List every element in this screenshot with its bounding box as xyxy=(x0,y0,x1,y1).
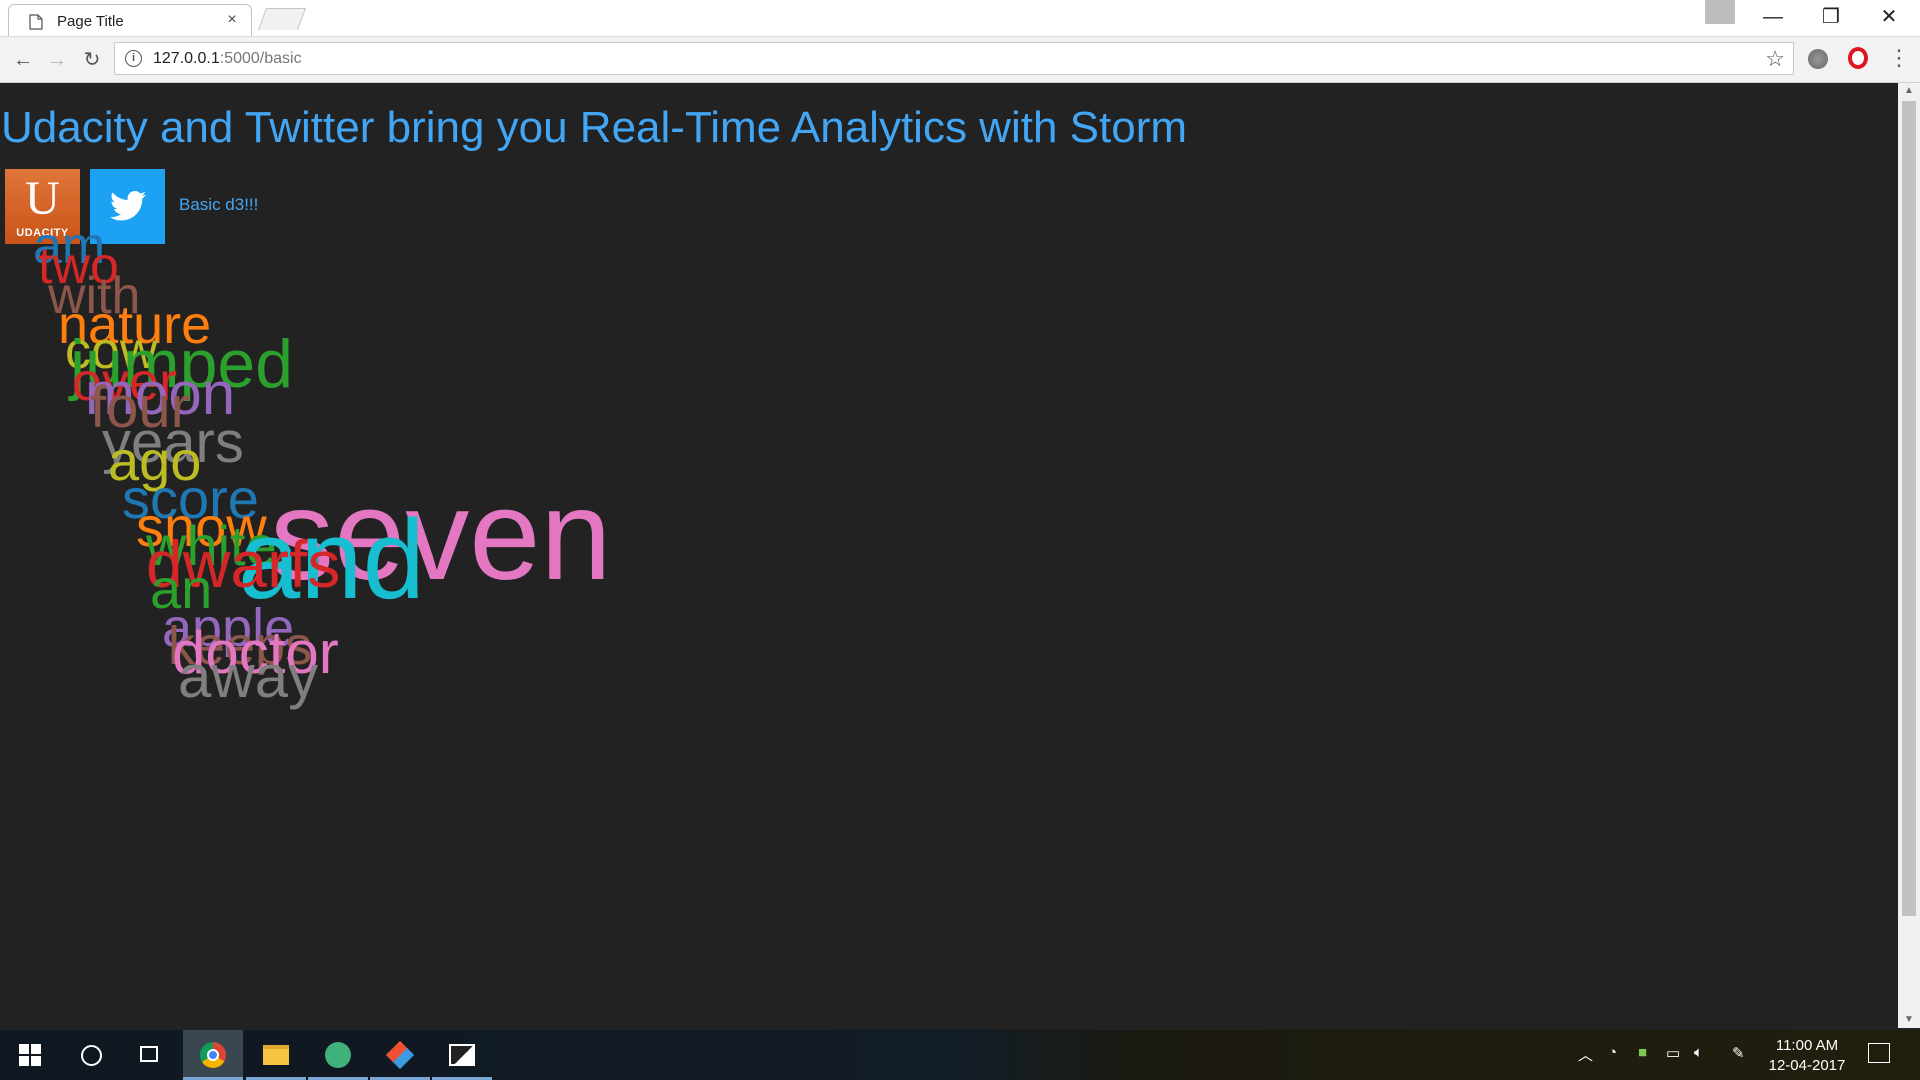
scroll-down-arrow-icon[interactable]: ▼ xyxy=(1898,1012,1920,1028)
taskbar-git[interactable] xyxy=(370,1030,430,1080)
chrome-icon xyxy=(200,1042,226,1068)
address-bar[interactable]: i 127.0.0.1:5000/basic ☆ xyxy=(114,42,1794,75)
photos-icon xyxy=(449,1044,475,1066)
tray-chevron-icon[interactable]: ︿ xyxy=(1578,1044,1593,1065)
tab-page-title[interactable]: Page Title × xyxy=(8,4,252,36)
new-tab-button[interactable] xyxy=(257,8,307,30)
taskbar-atom[interactable] xyxy=(308,1030,368,1080)
tab-title: Page Title xyxy=(57,13,124,30)
volume-icon[interactable]: 🔈︎ xyxy=(1694,1044,1703,1061)
nvidia-icon[interactable]: ■ xyxy=(1638,1044,1647,1061)
task-view-button[interactable] xyxy=(120,1030,180,1080)
forward-button[interactable]: → xyxy=(42,45,72,75)
scroll-up-arrow-icon[interactable]: ▲ xyxy=(1898,83,1920,99)
word-cloud: amtwowithnaturecowjumpedovermoonfouryear… xyxy=(33,217,612,710)
page-content: Udacity and Twitter bring you Real-Time … xyxy=(0,83,1898,1028)
clock-date: 12-04-2017 xyxy=(1768,1057,1846,1074)
extension-globe-icon[interactable] xyxy=(1808,49,1828,69)
battery-icon[interactable]: ▭ xyxy=(1666,1044,1680,1062)
restore-button[interactable]: ❐ xyxy=(1802,0,1860,34)
clock[interactable]: 11:00 AM 12-04-2017 xyxy=(1762,1036,1852,1076)
tab-close-icon[interactable]: × xyxy=(223,11,241,29)
cortana-circle-icon xyxy=(81,1045,102,1066)
back-button[interactable]: ← xyxy=(8,45,38,75)
tab-strip: Page Title × — ❐ ✕ xyxy=(0,0,1920,37)
start-button[interactable] xyxy=(0,1030,60,1080)
opera-icon[interactable] xyxy=(1848,47,1868,69)
search-button[interactable] xyxy=(60,1030,120,1080)
taskbar-photos[interactable] xyxy=(432,1030,492,1080)
action-center-icon[interactable] xyxy=(1868,1043,1890,1063)
taskbar-chrome[interactable] xyxy=(183,1030,243,1080)
info-icon[interactable]: i xyxy=(125,50,142,67)
minimize-button[interactable]: — xyxy=(1744,0,1802,34)
url-text[interactable]: 127.0.0.1:5000/basic xyxy=(153,50,302,68)
url-host: 127.0.0.1 xyxy=(153,50,220,67)
windows-taskbar: ︿ ◔ ■ ▭ 🔈︎ ✎ 11:00 AM 12-04-2017 xyxy=(0,1030,1920,1080)
page-icon xyxy=(29,14,43,30)
task-view-icon xyxy=(140,1046,158,1062)
git-icon xyxy=(385,1040,415,1070)
pen-icon[interactable]: ✎ xyxy=(1732,1044,1745,1062)
folder-icon xyxy=(263,1045,289,1065)
taskbar-file-explorer[interactable] xyxy=(246,1030,306,1080)
reload-button[interactable]: ↻ xyxy=(77,45,107,75)
atom-icon xyxy=(325,1042,351,1068)
menu-icon[interactable]: ⋮ xyxy=(1888,45,1910,71)
browser-toolbar: ← → ↻ i 127.0.0.1:5000/basic ☆ ⋮ xyxy=(0,37,1920,83)
cloud-word-away: away xyxy=(178,643,318,710)
bookmark-star-icon[interactable]: ☆ xyxy=(1765,46,1785,72)
url-path: :5000/basic xyxy=(219,50,302,67)
close-window-button[interactable]: ✕ xyxy=(1860,0,1918,34)
windows-icon xyxy=(19,1044,41,1066)
clock-time: 11:00 AM xyxy=(1775,1037,1839,1054)
network-icon[interactable]: ◔ xyxy=(1608,1044,1617,1061)
profile-icon[interactable] xyxy=(1705,0,1735,24)
scrollbar-thumb[interactable] xyxy=(1902,101,1916,916)
vertical-scrollbar[interactable]: ▲ ▼ xyxy=(1898,83,1920,1028)
